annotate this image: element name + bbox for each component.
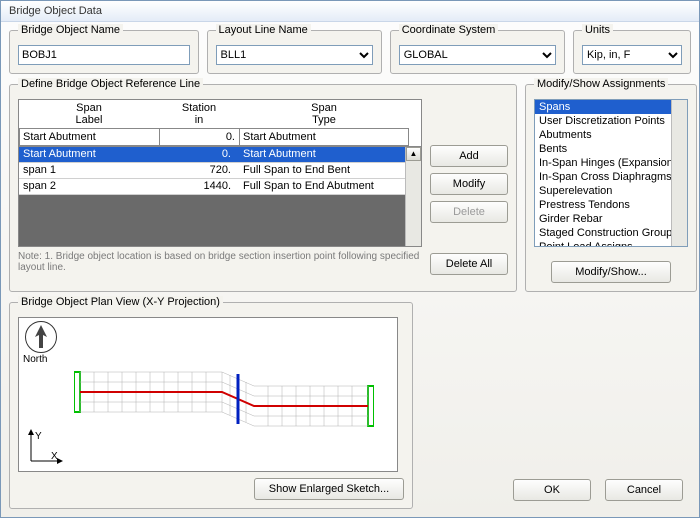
list-item[interactable]: Abutments xyxy=(535,128,671,142)
assign-list[interactable]: SpansUser Discretization PointsAbutments… xyxy=(534,99,688,247)
dialog-window: Bridge Object Data Bridge Object Name La… xyxy=(0,0,700,518)
add-button[interactable]: Add xyxy=(430,145,508,167)
refline-table: Span Label Station in Span Type Start Ab… xyxy=(18,99,422,247)
modify-button[interactable]: Modify xyxy=(430,173,508,195)
top-row: Bridge Object Name Layout Line Name BLL1… xyxy=(9,30,691,74)
bridge-name-group: Bridge Object Name xyxy=(9,30,199,74)
refline-input-row xyxy=(19,128,421,146)
axis-y-label: Y xyxy=(35,431,42,442)
cancel-button[interactable]: Cancel xyxy=(605,479,683,501)
bridge-name-label: Bridge Object Name xyxy=(18,24,123,36)
refline-input-label[interactable] xyxy=(19,128,159,146)
list-item[interactable]: Superelevation xyxy=(535,184,671,198)
assign-group: Modify/Show Assignments SpansUser Discre… xyxy=(525,84,697,292)
cell-type: Start Abutment xyxy=(239,147,407,162)
list-item[interactable]: In-Span Hinges (Expansion Jts) xyxy=(535,156,671,170)
cell-station: 720. xyxy=(159,163,239,178)
col-station: Station in xyxy=(159,100,239,128)
coord-sys-combo[interactable]: GLOBAL xyxy=(399,45,556,65)
modify-show-button[interactable]: Modify/Show... xyxy=(551,261,671,283)
layout-line-group: Layout Line Name BLL1 xyxy=(207,30,382,74)
cell-type: Full Span to End Bent xyxy=(239,163,407,178)
col-span-type: Span Type xyxy=(239,100,409,128)
refline-note: Note: 1. Bridge object location is based… xyxy=(18,251,422,273)
footer-buttons: OK Cancel xyxy=(513,479,683,501)
table-row[interactable]: span 21440.Full Span to End Abutment xyxy=(19,179,421,195)
ok-button[interactable]: OK xyxy=(513,479,591,501)
layout-line-label: Layout Line Name xyxy=(216,24,311,36)
units-group: Units Kip, in, F xyxy=(573,30,691,74)
north-label: North xyxy=(23,354,47,365)
refline-input-station[interactable] xyxy=(159,128,239,146)
plan-group-label: Bridge Object Plan View (X-Y Projection) xyxy=(18,296,223,308)
axis-icon: Y X xyxy=(25,427,65,467)
table-row[interactable]: span 1720.Full Span to End Bent xyxy=(19,163,421,179)
assign-group-label: Modify/Show Assignments xyxy=(534,78,668,90)
refline-scrollbar[interactable]: ▲ xyxy=(405,147,421,246)
units-combo[interactable]: Kip, in, F xyxy=(582,45,682,65)
list-item[interactable]: User Discretization Points xyxy=(535,114,671,128)
refline-buttons: Add Modify Delete Delete All xyxy=(430,99,508,275)
bridge-name-input[interactable] xyxy=(18,45,190,65)
cell-label: span 2 xyxy=(19,179,159,194)
plan-group: Bridge Object Plan View (X-Y Projection)… xyxy=(9,302,413,509)
dialog-content: Bridge Object Name Layout Line Name BLL1… xyxy=(1,22,699,517)
list-item[interactable]: Bents xyxy=(535,142,671,156)
layout-line-combo[interactable]: BLL1 xyxy=(216,45,373,65)
cell-station: 1440. xyxy=(159,179,239,194)
compass-icon xyxy=(25,321,57,353)
plan-canvas: North xyxy=(18,317,398,472)
table-row[interactable]: Start Abutment0.Start Abutment xyxy=(19,147,421,163)
scroll-up-icon[interactable]: ▲ xyxy=(406,147,421,161)
cell-type: Full Span to End Abutment xyxy=(239,179,407,194)
refline-body: Start Abutment0.Start Abutmentspan 1720.… xyxy=(19,146,421,246)
list-item[interactable]: In-Span Cross Diaphragms xyxy=(535,170,671,184)
delete-all-button[interactable]: Delete All xyxy=(430,253,508,275)
axis-x-label: X xyxy=(51,451,58,462)
list-item[interactable]: Girder Rebar xyxy=(535,212,671,226)
refline-group-label: Define Bridge Object Reference Line xyxy=(18,78,203,90)
coord-sys-group: Coordinate System GLOBAL xyxy=(390,30,565,74)
middle-row: Define Bridge Object Reference Line Span… xyxy=(9,84,691,292)
cell-label: span 1 xyxy=(19,163,159,178)
units-label: Units xyxy=(582,24,613,36)
title-bar: Bridge Object Data xyxy=(1,1,699,22)
list-item[interactable]: Prestress Tendons xyxy=(535,198,671,212)
refline-input-type[interactable] xyxy=(239,128,409,146)
list-item[interactable]: Spans xyxy=(535,100,671,114)
bridge-sketch xyxy=(74,366,374,438)
cell-label: Start Abutment xyxy=(19,147,159,162)
list-item[interactable]: Staged Construction Groups xyxy=(535,226,671,240)
refline-header: Span Label Station in Span Type xyxy=(19,100,421,128)
refline-group: Define Bridge Object Reference Line Span… xyxy=(9,84,517,292)
window-title: Bridge Object Data xyxy=(9,5,102,17)
cell-station: 0. xyxy=(159,147,239,162)
col-span-label: Span Label xyxy=(19,100,159,128)
assign-scrollbar[interactable] xyxy=(671,100,687,246)
coord-sys-label: Coordinate System xyxy=(399,24,499,36)
show-enlarged-button[interactable]: Show Enlarged Sketch... xyxy=(254,478,404,500)
delete-button[interactable]: Delete xyxy=(430,201,508,223)
list-item[interactable]: Point Load Assigns xyxy=(535,240,671,247)
